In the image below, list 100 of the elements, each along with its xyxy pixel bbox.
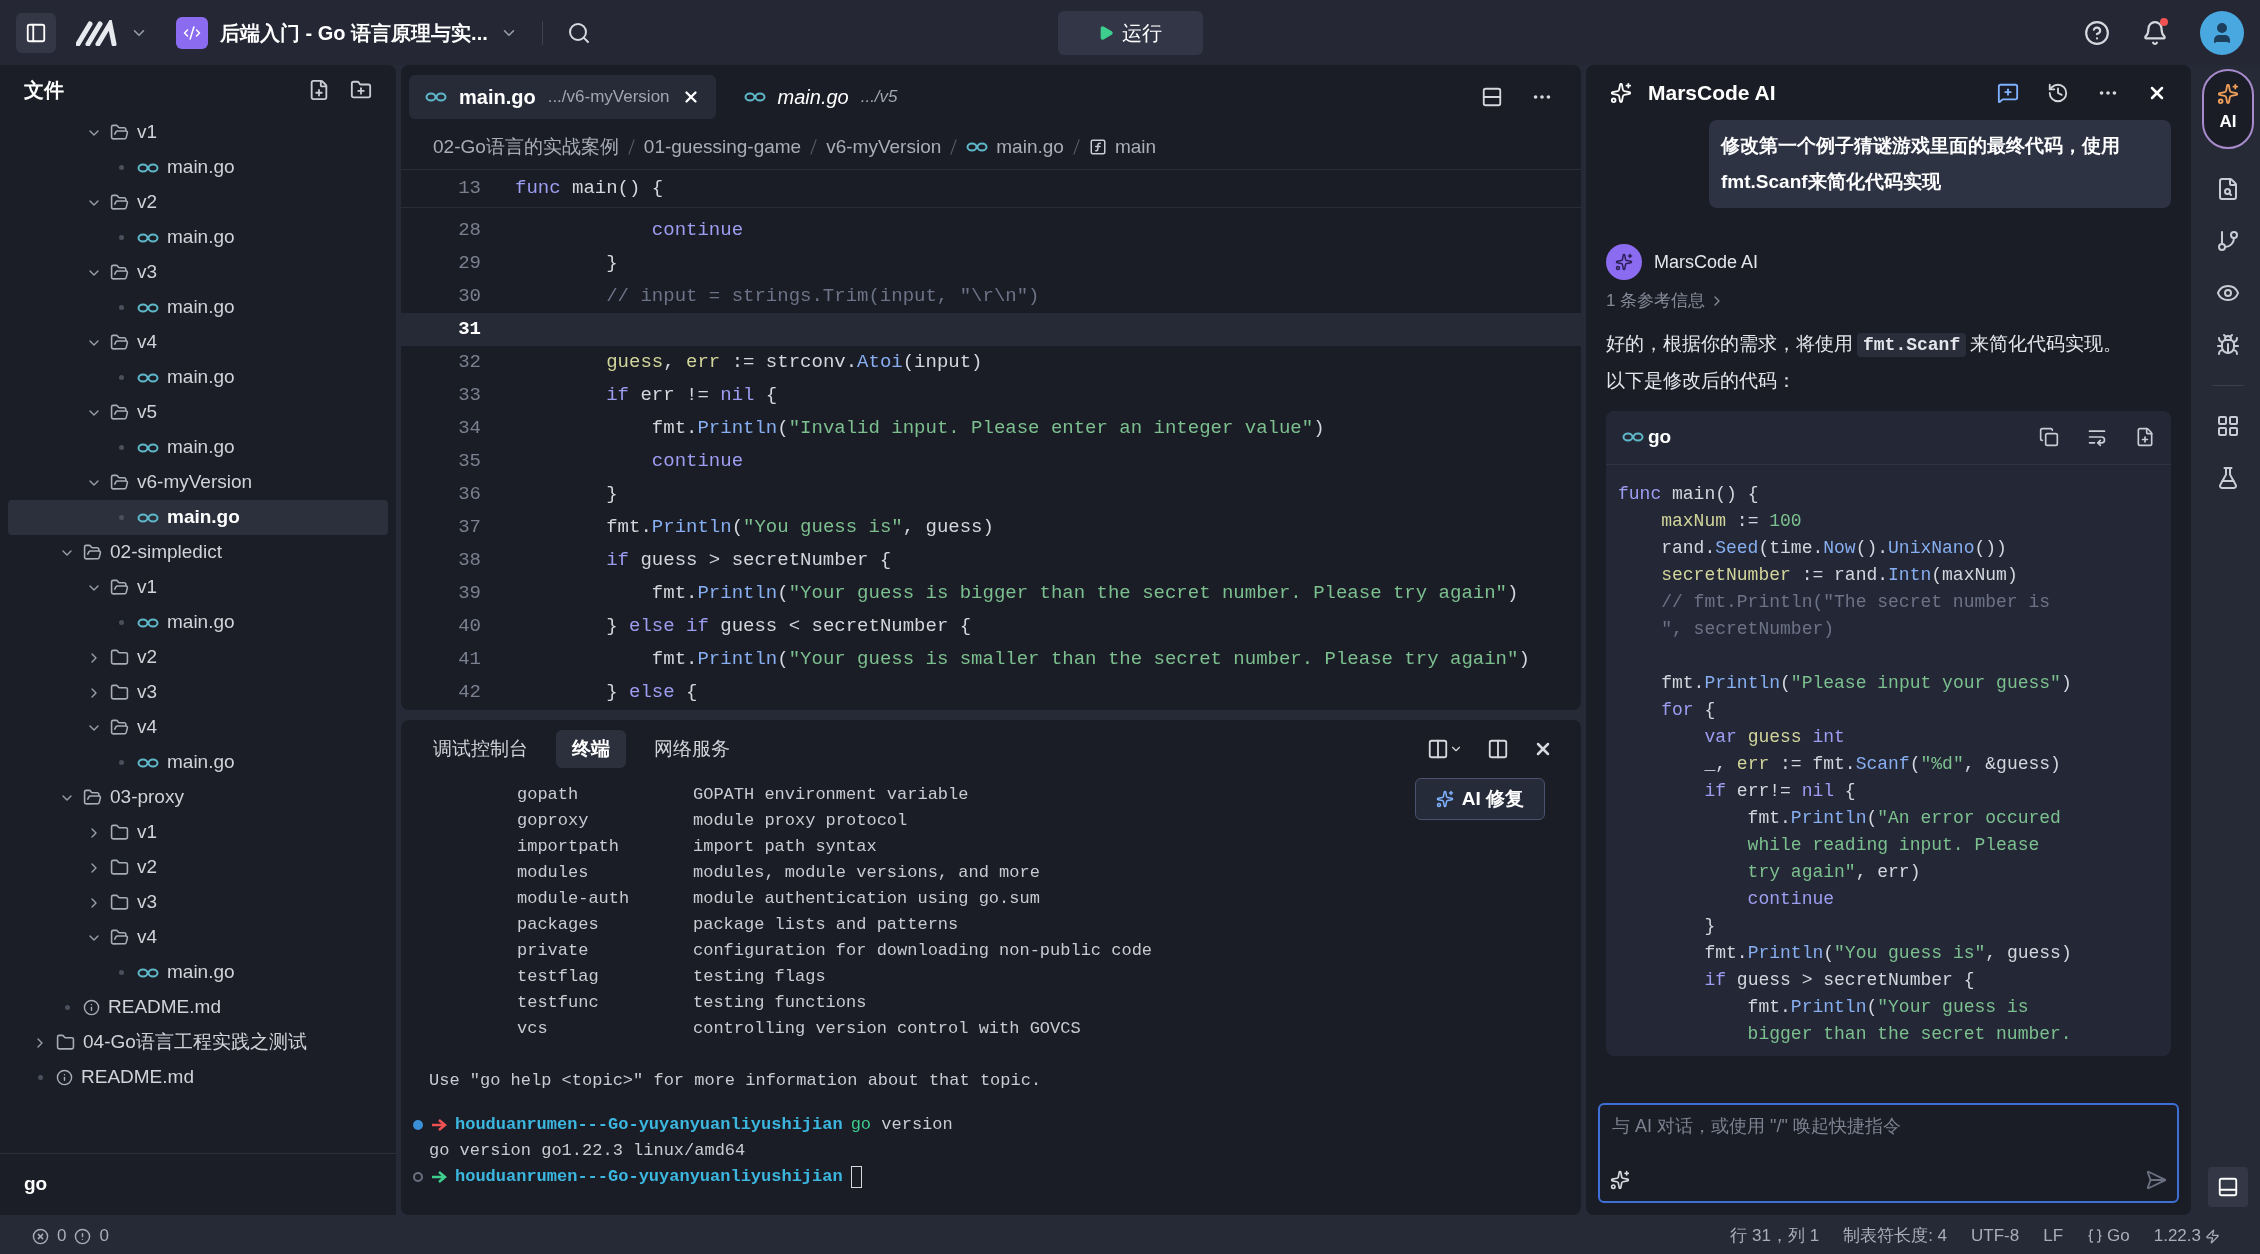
line-number: 36: [457, 482, 481, 508]
editor-tab[interactable]: main.go .../v5: [727, 75, 914, 119]
split-panel-icon[interactable]: [1487, 738, 1509, 760]
tree-item[interactable]: v4: [8, 325, 388, 360]
terminal-text: go version go1.22.3 linux/amd64: [429, 1140, 746, 1163]
tree-item[interactable]: README.md: [8, 990, 388, 1025]
tree-item[interactable]: main.go: [8, 605, 388, 640]
code-line: // fmt.Println("The secret number is: [1660, 590, 2051, 614]
file-type-icon: [137, 441, 159, 454]
new-file-icon[interactable]: [2135, 427, 2155, 447]
help-icon[interactable]: [2084, 19, 2110, 46]
run-button[interactable]: 运行: [1057, 10, 1203, 55]
code-line: if guess > secretNumber {: [605, 548, 892, 574]
help-topic: importpath: [517, 836, 621, 859]
avatar[interactable]: [2200, 10, 2244, 55]
new-folder-icon[interactable]: [350, 79, 372, 101]
file-search-icon[interactable]: [2216, 177, 2240, 201]
grid-icon[interactable]: [2216, 414, 2240, 438]
copy-icon[interactable]: [2039, 427, 2059, 447]
breadcrumb-item[interactable]: 01-guessing-game: [643, 132, 802, 162]
flask-icon[interactable]: [2216, 466, 2240, 490]
error-icon: [32, 1227, 49, 1245]
info-icon: [83, 999, 100, 1016]
code-line: guess, err := strconv.Atoi(input): [605, 350, 983, 376]
panel-tab[interactable]: 调试控制台: [417, 730, 544, 768]
tree-item[interactable]: v5: [8, 395, 388, 430]
tree-item[interactable]: v1: [8, 815, 388, 850]
tree-item[interactable]: v1: [8, 115, 388, 150]
tree-item[interactable]: v4: [8, 920, 388, 955]
line-number: 34: [457, 416, 481, 442]
tree-item[interactable]: main.go: [8, 430, 388, 465]
panel-tab[interactable]: 网络服务: [638, 730, 746, 768]
folder-icon: [110, 648, 129, 667]
search-icon[interactable]: [566, 20, 591, 45]
encoding[interactable]: UTF-8: [1971, 1223, 2020, 1249]
notification-bell-icon[interactable]: [2142, 19, 2168, 46]
references-link[interactable]: 1 条参考信息: [1606, 288, 1726, 314]
sidebar-toggle-button[interactable]: [16, 12, 56, 53]
code-line: }: [1703, 914, 1716, 938]
tree-item[interactable]: v4: [8, 710, 388, 745]
tree-item[interactable]: v3: [8, 255, 388, 290]
send-icon[interactable]: [2145, 1169, 2167, 1191]
tree-item[interactable]: v1: [8, 570, 388, 605]
new-file-icon[interactable]: [308, 79, 330, 101]
branch-icon[interactable]: [2216, 229, 2240, 253]
history-icon[interactable]: [2047, 81, 2069, 104]
breadcrumb-item[interactable]: main: [1088, 132, 1157, 162]
file-type-icon: [137, 301, 159, 314]
sparkle-icon[interactable]: [1610, 1170, 1630, 1190]
tree-item[interactable]: main.go: [8, 360, 388, 395]
project-title[interactable]: 后端入门 - Go 语言原理与实...: [220, 17, 488, 48]
split-editor-icon[interactable]: [1481, 86, 1503, 108]
layout-icon[interactable]: [1427, 738, 1449, 760]
tab-path: .../v6-myVersion: [547, 86, 670, 109]
code-line: }: [605, 482, 618, 508]
editor-tab[interactable]: main.go .../v6-myVersion: [409, 75, 716, 119]
insert-icon[interactable]: [2087, 427, 2107, 447]
cursor-position[interactable]: 行 31，列 1: [1730, 1223, 1820, 1249]
panel-tab[interactable]: 终端: [556, 730, 626, 768]
tree-item[interactable]: main.go: [8, 150, 388, 185]
file-type-icon: [137, 161, 159, 174]
ai-tab[interactable]: AI: [2202, 69, 2254, 149]
breadcrumb-item[interactable]: v6-myVersion: [826, 132, 942, 162]
bug-icon[interactable]: [2216, 333, 2240, 357]
tree-item[interactable]: 03-proxy: [8, 780, 388, 815]
code-icon: [183, 23, 201, 42]
line-ending[interactable]: LF: [2043, 1223, 2064, 1249]
tree-item[interactable]: main.go: [8, 500, 388, 535]
folder-icon: [110, 858, 129, 877]
tree-item[interactable]: main.go: [8, 955, 388, 990]
language-mode[interactable]: Go: [2087, 1223, 2130, 1249]
folder-icon: [110, 683, 129, 702]
tree-item[interactable]: 04-Go语言工程实践之测试: [8, 1025, 388, 1060]
file-type-icon: [137, 371, 159, 384]
tree-item[interactable]: README.md: [8, 1060, 388, 1095]
folder-icon: [83, 788, 102, 807]
tree-item[interactable]: main.go: [8, 745, 388, 780]
tree-item[interactable]: v3: [8, 675, 388, 710]
help-description: controlling version control with GOVCS: [693, 1018, 1081, 1041]
go-version[interactable]: 1.22.3: [2153, 1223, 2220, 1249]
new-chat-icon[interactable]: [1997, 81, 2019, 104]
breadcrumb-item[interactable]: 02-Go语言的实战案例: [433, 132, 619, 162]
tree-item[interactable]: v2: [8, 640, 388, 675]
terminal-text: Use "go help <topic>" for more information about that topic.: [429, 1070, 1042, 1093]
tab-size[interactable]: 制表符长度: 4: [1843, 1223, 1948, 1249]
bottom-panel-toggle[interactable]: [2208, 1167, 2248, 1207]
section-title[interactable]: go: [24, 1170, 48, 1199]
tree-item[interactable]: v2: [8, 850, 388, 885]
prompt-path: houduanrumen---Go-yuyanyuanliyushijian: [455, 1166, 843, 1189]
tree-item[interactable]: v6-myVersion: [8, 465, 388, 500]
tree-item[interactable]: main.go: [8, 220, 388, 255]
tree-item[interactable]: main.go: [8, 290, 388, 325]
tree-item[interactable]: v2: [8, 185, 388, 220]
code-line: fmt.Println("Your guess is: [1746, 995, 2029, 1019]
ai-fix-button[interactable]: AI 修复: [1414, 778, 1545, 820]
line-number: 38: [457, 548, 481, 574]
tree-item[interactable]: v3: [8, 885, 388, 920]
chat-input[interactable]: 与 AI 对话，或使用 "/" 唤起快捷指令: [1598, 1103, 2179, 1203]
tree-item[interactable]: 02-simpledict: [8, 535, 388, 570]
breadcrumb-item[interactable]: main.go: [966, 132, 1064, 162]
